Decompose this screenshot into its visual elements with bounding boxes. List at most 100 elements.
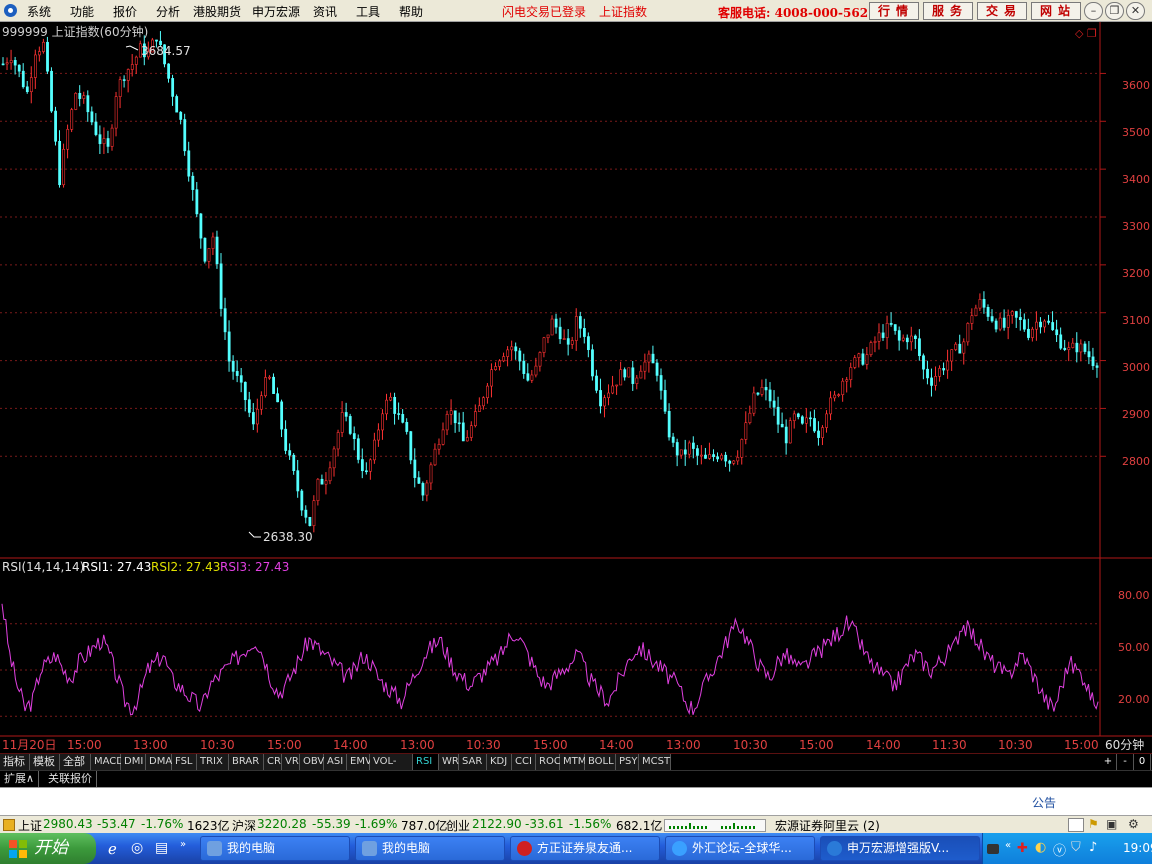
indicator-tab-dma[interactable]: DMA <box>146 754 172 770</box>
taskbar-task[interactable]: 我的电脑 <box>355 836 505 861</box>
candle-body <box>744 422 748 440</box>
candle-body <box>1010 311 1014 316</box>
candle-body <box>724 454 728 462</box>
menu-quote[interactable]: 报价 <box>113 3 137 20</box>
menu-tools[interactable]: 工具 <box>356 3 380 20</box>
indicator-tab-cci[interactable]: CCI <box>512 754 536 770</box>
related-quote-tab[interactable]: 关联报价 <box>44 771 97 787</box>
candle-body <box>360 459 364 472</box>
tray-app-icon[interactable]: ✚ <box>1017 841 1028 856</box>
ie-icon[interactable]: ℯ <box>108 840 117 858</box>
minimize-button[interactable]: – <box>1084 2 1103 20</box>
indicator-tab-mcst[interactable]: MCST <box>639 754 671 770</box>
indicator-tab-kdj[interactable]: KDJ <box>487 754 512 770</box>
website-button[interactable]: 网站 <box>1031 2 1081 20</box>
rsi1-value: RSI1: 27.43 <box>82 560 151 574</box>
period-label[interactable]: 60分钟 <box>1105 737 1144 752</box>
kline-chart[interactable]: 999999 上证指数(60分钟) ◇ ❐ 3684.57 2638.30 36… <box>0 22 1152 753</box>
candle-body <box>203 237 207 262</box>
zoom-in-button[interactable]: + <box>1100 754 1117 770</box>
quick-launch-icon[interactable]: ◎ <box>131 840 143 856</box>
expand-tab[interactable]: 扩展∧ <box>0 771 40 787</box>
service-button[interactable]: 服务 <box>923 2 973 20</box>
indicator-tab-指标[interactable]: 指标 <box>0 754 30 770</box>
market-button[interactable]: 行情 <box>869 2 919 20</box>
indicator-tab-全部[interactable]: 全部 <box>60 754 91 770</box>
candle-body <box>756 392 760 395</box>
shield-icon[interactable]: ⛉ <box>1071 840 1081 855</box>
volume-icon[interactable]: ♪ <box>1089 840 1097 855</box>
indicator-tab-obv[interactable]: OBV <box>300 754 324 770</box>
tray-app-icon[interactable]: ⓥ <box>1053 840 1066 859</box>
restore-button[interactable]: ❐ <box>1105 2 1124 20</box>
candle-body <box>905 337 909 343</box>
candle-body <box>825 413 829 428</box>
lock-icon[interactable]: ▣ <box>1106 817 1117 831</box>
menu-shenwan[interactable]: 申万宏源 <box>252 3 300 20</box>
candle-body <box>853 357 857 368</box>
indicator-tab-fsl[interactable]: FSL <box>172 754 197 770</box>
taskbar-task[interactable]: 我的电脑 <box>200 836 350 861</box>
settings-icon[interactable]: ⚙ <box>1128 817 1139 831</box>
zoom-out-button[interactable]: - <box>1117 754 1134 770</box>
indicator-tab-emv[interactable]: EMV <box>347 754 372 770</box>
candle-body <box>243 381 247 401</box>
candle-body <box>288 450 292 456</box>
taskbar-task[interactable]: 外汇论坛-全球华... <box>665 836 815 861</box>
time-label: 15:00 <box>267 738 302 752</box>
menu-hk-futures[interactable]: 港股期货 <box>193 3 241 20</box>
indicator-tab-macd[interactable]: MACD <box>91 754 124 770</box>
menu-function[interactable]: 功能 <box>70 3 94 20</box>
sh-name: 上证 <box>18 819 43 833</box>
indicator-tab-vol-tdx[interactable]: VOL-TDX <box>370 754 413 783</box>
indicator-tab-boll[interactable]: BOLL <box>585 754 616 770</box>
indicator-tab-模板[interactable]: 模板 <box>30 754 60 770</box>
tray-app-icon[interactable]: ◐ <box>1035 840 1046 855</box>
reset-zoom-button[interactable]: 0 <box>1134 754 1151 770</box>
candle-body <box>857 353 861 358</box>
candle-body <box>223 308 227 333</box>
indicator-tab-wr[interactable]: WR <box>439 754 459 770</box>
indicator-tab-mtm[interactable]: MTM <box>560 754 586 770</box>
diamond-icon[interactable]: ◇ <box>1075 27 1084 40</box>
indicator-tab-sar[interactable]: SAR <box>459 754 487 770</box>
fangzheng-icon <box>517 841 532 856</box>
menu-help[interactable]: 帮助 <box>399 3 423 20</box>
indicator-tab-trix[interactable]: TRIX <box>197 754 229 770</box>
keyboard-icon[interactable] <box>987 844 999 854</box>
indicator-tab-rsi[interactable]: RSI <box>413 754 439 770</box>
menu-news[interactable]: 资讯 <box>313 3 337 20</box>
indicator-tab-psy[interactable]: PSY <box>616 754 639 770</box>
indicator-tab-dmi[interactable]: DMI <box>121 754 146 770</box>
candle-body <box>397 413 401 415</box>
indicator-tab-vr[interactable]: VR <box>282 754 300 770</box>
tray-arrow-icon[interactable]: « <box>1005 840 1011 851</box>
indicator-tab-brar[interactable]: BRAR <box>229 754 264 770</box>
time-label: 14:00 <box>866 738 901 752</box>
candle-body <box>869 342 873 355</box>
quick-launch-icon[interactable]: ▤ <box>155 840 168 856</box>
candle-body <box>554 318 558 328</box>
trade-button[interactable]: 交易 <box>977 2 1027 20</box>
rsi-grid <box>0 623 1100 717</box>
time-label: 15:00 <box>1064 738 1099 752</box>
menu-analysis[interactable]: 分析 <box>156 3 180 20</box>
maximize-panel-icon[interactable]: ❐ <box>1087 27 1097 40</box>
app-logo-icon[interactable] <box>4 4 17 17</box>
alert-icon[interactable] <box>3 819 15 831</box>
menu-system[interactable]: 系统 <box>27 3 51 20</box>
signal-icon[interactable]: ⚑ <box>1088 817 1099 831</box>
indicator-tab-asi[interactable]: ASI <box>324 754 347 770</box>
indicator-tab-roc[interactable]: ROC <box>536 754 561 770</box>
indicator-tab-cr[interactable]: CR <box>264 754 282 770</box>
server-name[interactable]: 宏源证券阿里云 (2) <box>775 817 880 834</box>
notice-label[interactable]: 公告 <box>1032 794 1056 811</box>
candle-body <box>712 454 715 458</box>
close-button[interactable]: ✕ <box>1126 2 1145 20</box>
window-icon[interactable] <box>1068 818 1084 832</box>
taskbar-task[interactable]: 方正证券泉友通... <box>510 836 660 861</box>
candle-body <box>54 110 57 142</box>
taskbar-task-active[interactable]: 申万宏源增强版V... <box>820 836 980 861</box>
start-button[interactable]: 开始 <box>0 833 96 864</box>
more-icon[interactable]: » <box>180 839 186 850</box>
